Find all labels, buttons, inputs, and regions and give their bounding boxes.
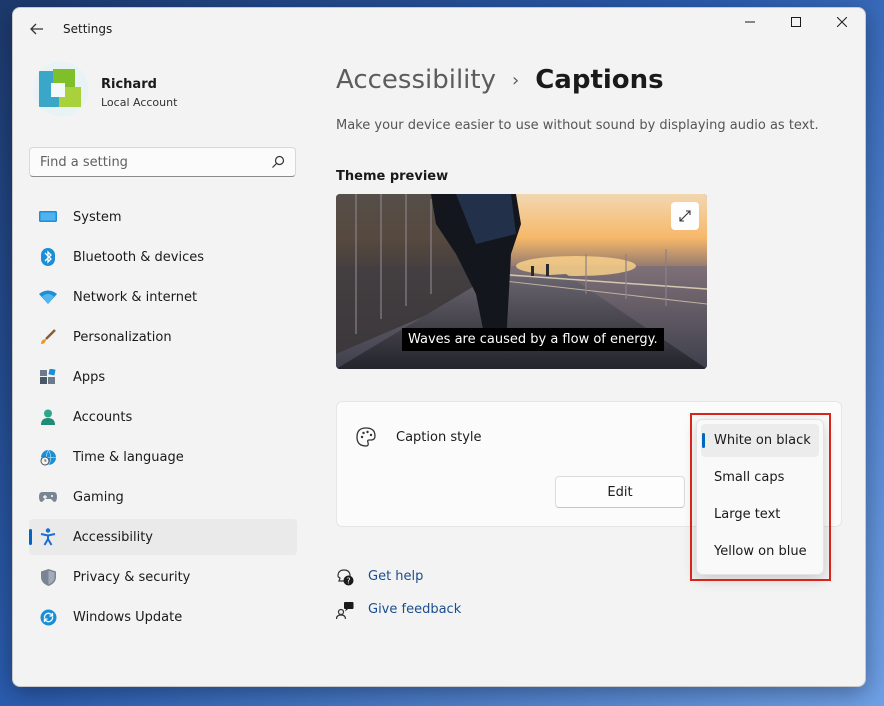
back-button[interactable]: [23, 16, 51, 42]
sidebar-item-label: System: [73, 209, 122, 225]
sidebar-item-label: Personalization: [73, 329, 172, 345]
caption-style-option[interactable]: White on black: [701, 424, 819, 457]
get-help-link[interactable]: ? Get help: [336, 560, 461, 593]
bluetooth-icon: [39, 248, 57, 266]
palette-icon: [356, 427, 376, 447]
caption-style-option[interactable]: Large text: [701, 498, 819, 531]
caption-style-option[interactable]: Small caps: [701, 461, 819, 494]
minimize-icon: [745, 21, 755, 23]
brush-icon: [39, 328, 57, 346]
sidebar-item-label: Network & internet: [73, 289, 198, 305]
breadcrumb: Accessibility › Captions: [336, 62, 664, 98]
sidebar-item-label: Apps: [73, 369, 106, 385]
sidebar-item-windows-update[interactable]: Windows Update: [29, 599, 297, 635]
minimize-button[interactable]: [727, 8, 773, 36]
get-help-label: Get help: [368, 569, 424, 584]
sidebar-item-label: Time & language: [73, 449, 184, 465]
apps-icon: [39, 368, 57, 386]
caption-style-option[interactable]: Yellow on blue: [701, 535, 819, 568]
feedback-icon: [336, 601, 354, 619]
app-title: Settings: [63, 22, 113, 36]
page-description: Make your device easier to use without s…: [336, 118, 819, 133]
give-feedback-label: Give feedback: [368, 602, 462, 617]
sidebar-item-label: Privacy & security: [73, 569, 191, 585]
sidebar-item-label: Bluetooth & devices: [73, 249, 204, 265]
back-arrow-icon: [30, 23, 43, 35]
caption-style-label: Caption style: [396, 430, 482, 445]
theme-preview-image: Waves are caused by a flow of energy.: [336, 194, 707, 369]
user-profile[interactable]: Richard Local Account: [33, 61, 303, 121]
window-controls: [727, 8, 865, 36]
sidebar-item-label: Accounts: [73, 409, 133, 425]
sidebar-item-label: Windows Update: [73, 609, 183, 625]
help-icon: ?: [337, 568, 354, 585]
update-icon: [39, 608, 57, 626]
search-input[interactable]: [30, 148, 260, 176]
sidebar-item-label: Gaming: [73, 489, 124, 505]
sidebar-item-privacy[interactable]: Privacy & security: [29, 559, 297, 595]
gamepad-icon: [39, 488, 57, 506]
expand-preview-button[interactable]: [671, 202, 699, 230]
close-button[interactable]: [819, 8, 865, 36]
give-feedback-link[interactable]: Give feedback: [336, 593, 461, 626]
breadcrumb-parent[interactable]: Accessibility: [336, 65, 496, 95]
user-name: Richard: [101, 77, 157, 92]
sidebar-item-time-language[interactable]: Time & language: [29, 439, 297, 475]
sidebar-item-system[interactable]: System: [29, 199, 297, 235]
sidebar-item-apps[interactable]: Apps: [29, 359, 297, 395]
expand-icon: [679, 210, 691, 222]
breadcrumb-separator-icon: ›: [512, 69, 520, 91]
search-box[interactable]: [29, 147, 296, 177]
person-icon: [39, 408, 57, 426]
edit-button[interactable]: Edit: [555, 476, 685, 508]
globe-clock-icon: [39, 448, 57, 466]
sidebar-item-gaming[interactable]: Gaming: [29, 479, 297, 515]
sidebar-item-network[interactable]: Network & internet: [29, 279, 297, 315]
system-icon: [39, 208, 57, 226]
caption-style-dropdown: White on black Small caps Large text Yel…: [696, 419, 824, 575]
avatar: [33, 61, 89, 117]
account-type: Local Account: [101, 96, 178, 109]
title-bar: Settings: [13, 8, 865, 50]
help-links: ? Get help Give feedback: [336, 560, 461, 626]
maximize-button[interactable]: [773, 8, 819, 36]
shield-icon: [39, 568, 57, 586]
sidebar-item-bluetooth[interactable]: Bluetooth & devices: [29, 239, 297, 275]
close-icon: [837, 17, 847, 27]
sidebar-nav: System Bluetooth & devices Network & int…: [29, 199, 297, 639]
svg-text:?: ?: [346, 576, 350, 585]
search-icon[interactable]: [271, 155, 285, 169]
sidebar-item-accounts[interactable]: Accounts: [29, 399, 297, 435]
preview-caption: Waves are caused by a flow of energy.: [402, 328, 664, 351]
sidebar-item-accessibility[interactable]: Accessibility: [29, 519, 297, 555]
accessibility-icon: [39, 528, 57, 546]
page-title: Captions: [535, 65, 664, 95]
maximize-icon: [791, 17, 801, 27]
sidebar-item-personalization[interactable]: Personalization: [29, 319, 297, 355]
theme-preview-title: Theme preview: [336, 169, 449, 184]
sidebar-item-label: Accessibility: [73, 529, 153, 545]
settings-window: Settings Richard Local Account Find a se…: [12, 7, 866, 687]
wifi-icon: [39, 288, 57, 306]
